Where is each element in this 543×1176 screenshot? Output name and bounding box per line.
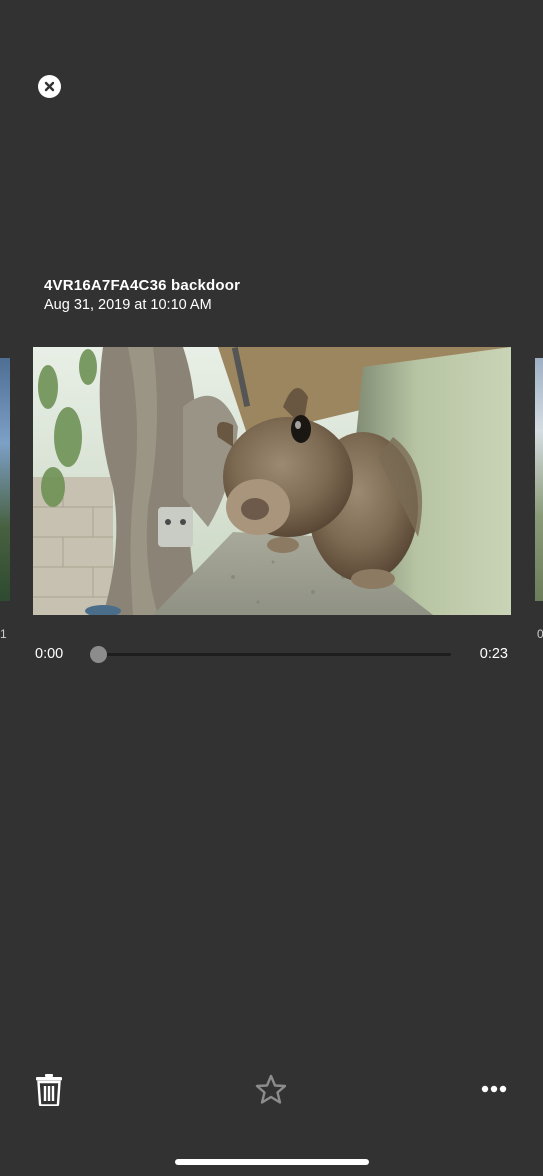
trash-icon: [36, 1073, 62, 1106]
total-time: 0:23: [479, 646, 508, 662]
more-icon: [481, 1085, 507, 1093]
favorite-button[interactable]: [254, 1073, 288, 1105]
scrubber-thumb[interactable]: [89, 646, 107, 663]
star-icon: [255, 1074, 287, 1104]
previous-clip-time-fragment: 1: [0, 627, 7, 641]
scrubber-track[interactable]: [95, 653, 451, 656]
close-icon: [44, 81, 55, 92]
video-player[interactable]: [33, 347, 511, 615]
next-clip-thumbnail[interactable]: [535, 358, 543, 601]
delete-button[interactable]: [34, 1071, 64, 1107]
video-frame-image: [33, 347, 511, 615]
current-time: 0:00: [35, 646, 64, 662]
previous-clip-thumbnail[interactable]: [0, 358, 10, 601]
clip-date: Aug 31, 2019 at 10:10 AM: [44, 297, 212, 313]
close-button[interactable]: [38, 75, 61, 98]
clip-title: 4VR16A7FA4C36 backdoor: [44, 277, 241, 294]
clip-info: 4VR16A7FA4C36 backdoor Aug 31, 2019 at 1…: [44, 277, 240, 314]
home-indicator[interactable]: [175, 1159, 369, 1165]
next-clip-time-fragment: 0: [537, 627, 543, 641]
more-options-button[interactable]: [478, 1079, 510, 1099]
